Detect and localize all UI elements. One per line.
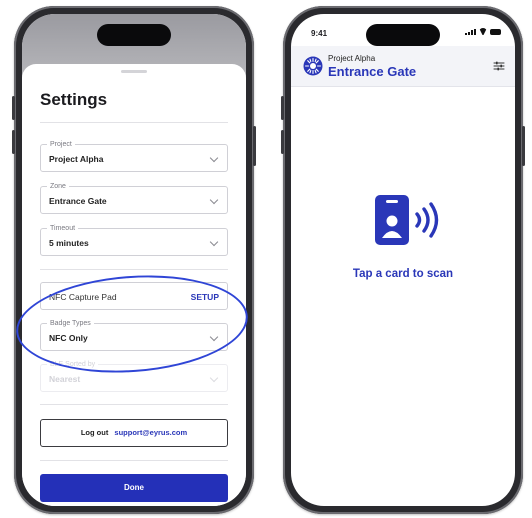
wifi-icon xyxy=(479,28,487,35)
zone-value: Entrance Gate xyxy=(49,196,107,206)
support-email: support@eyrus.com xyxy=(114,428,188,437)
logout-label: Log out xyxy=(80,428,109,437)
divider xyxy=(40,122,228,123)
zone-name: Entrance Gate xyxy=(328,64,417,79)
divider xyxy=(40,460,228,461)
dynamic-island xyxy=(366,24,440,46)
ble-sorted-by-value: Nearest xyxy=(49,374,81,384)
power-button xyxy=(253,126,256,166)
done-button[interactable]: Done xyxy=(40,474,228,502)
project-select[interactable]: Project Project Alpha xyxy=(40,140,228,172)
chevron-down-icon xyxy=(209,195,219,205)
battery-icon xyxy=(490,29,501,35)
logout-button[interactable]: Log out support@eyrus.com xyxy=(40,419,228,447)
scan-prompt: Tap a card to scan xyxy=(352,268,454,280)
project-value: Project Alpha xyxy=(49,154,104,164)
volume-button xyxy=(281,96,284,120)
phone-scan: 9:41 Project Alpha Entrance Gate Tap a c… xyxy=(281,6,525,514)
project-label: Project xyxy=(47,140,75,149)
dynamic-island xyxy=(97,24,171,46)
volume-button xyxy=(12,130,15,154)
app-header: Project Alpha Entrance Gate xyxy=(291,46,515,87)
zone-select[interactable]: Zone Entrance Gate xyxy=(40,182,228,214)
sheet-grabber[interactable] xyxy=(121,70,147,73)
scan-screen: 9:41 Project Alpha Entrance Gate Tap a c… xyxy=(291,14,515,506)
timeout-select[interactable]: Timeout 5 minutes xyxy=(40,224,228,256)
logo-icon xyxy=(303,56,323,76)
filter-icon[interactable] xyxy=(493,60,505,72)
chevron-down-icon xyxy=(209,237,219,247)
project-name: Project Alpha xyxy=(328,54,376,63)
phone-settings: Settings Project Project Alpha Zone Entr… xyxy=(12,6,256,514)
divider xyxy=(40,404,228,405)
chevron-down-icon xyxy=(209,373,219,383)
badge-nfc-icon xyxy=(375,195,439,245)
power-button xyxy=(522,126,525,166)
status-icons xyxy=(465,28,501,35)
status-time: 9:41 xyxy=(311,29,328,38)
chevron-down-icon xyxy=(209,153,219,163)
volume-button xyxy=(281,130,284,154)
volume-button xyxy=(12,96,15,120)
settings-screen: Settings Project Project Alpha Zone Entr… xyxy=(22,14,246,506)
zone-label: Zone xyxy=(47,182,69,191)
signal-icon xyxy=(465,29,476,35)
timeout-label: Timeout xyxy=(47,224,79,233)
page-title: Settings xyxy=(40,90,108,109)
divider xyxy=(40,269,228,270)
timeout-value: 5 minutes xyxy=(49,238,89,248)
